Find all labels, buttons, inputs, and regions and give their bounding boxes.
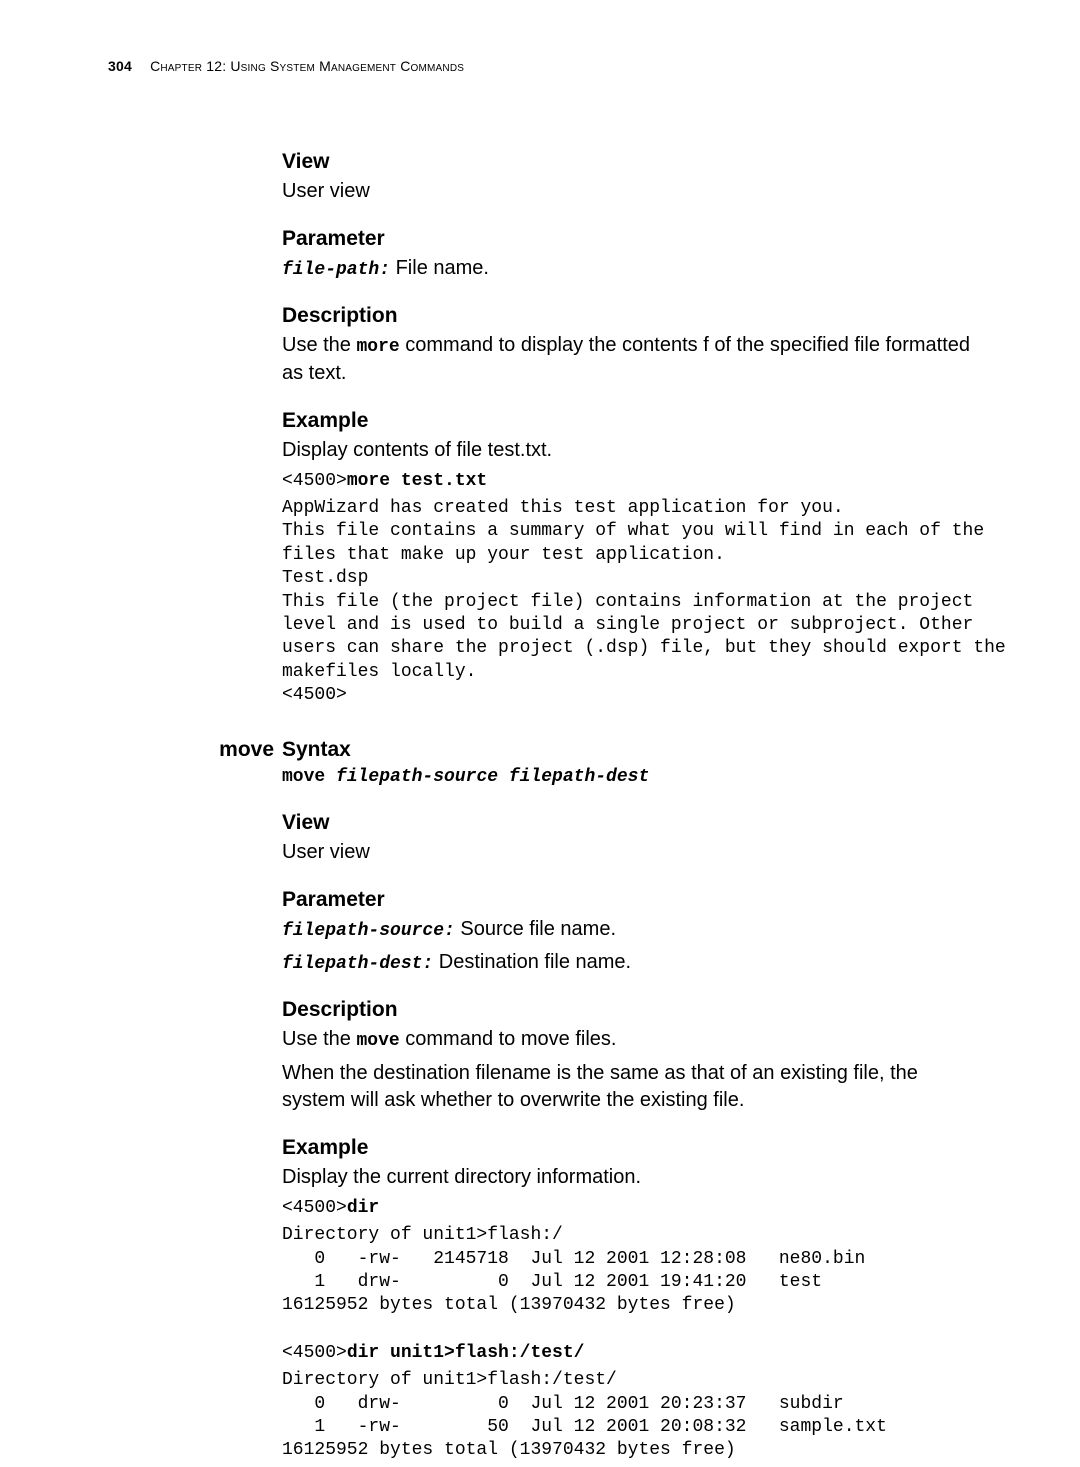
description-text: Use the more command to display the cont… (282, 332, 972, 386)
example-intro: Display contents of file test.txt. (282, 437, 972, 464)
parameter-line: file-path: File name. (282, 255, 972, 282)
move-section: move Syntax (282, 738, 972, 762)
param-desc: File name. (390, 257, 489, 279)
page-number: 304 (108, 58, 132, 74)
example-cmd: dir (347, 1198, 379, 1218)
param-desc: Source file name. (455, 918, 616, 940)
prompt: <4500> (282, 471, 347, 491)
desc-cmd: move (356, 1031, 399, 1051)
desc-pre: Use the (282, 334, 356, 356)
desc-cmd: more (356, 337, 399, 357)
section-heading-description: Description (282, 304, 972, 328)
spacer (282, 1322, 972, 1338)
syntax-args: filepath-source filepath-dest (336, 767, 649, 787)
section-heading-example: Example (282, 409, 972, 433)
desc-pre: Use the (282, 1028, 356, 1050)
syntax-line: move filepath-source filepath-dest (282, 766, 972, 789)
example-intro: Display the current directory informatio… (282, 1164, 972, 1191)
description-text-2: When the destination filename is the sam… (282, 1060, 972, 1114)
param-desc: Destination file name. (433, 951, 631, 973)
parameter-line: filepath-dest: Destination file name. (282, 949, 972, 976)
description-text: Use the move command to move files. (282, 1026, 972, 1053)
example-cmd: more test.txt (347, 471, 487, 491)
section-heading-view: View (282, 150, 972, 174)
example-cmd: dir unit1>flash:/test/ (347, 1343, 585, 1363)
running-header: 304 Chapter 12: Using System Management … (108, 58, 972, 74)
prompt: <4500> (282, 1343, 347, 1363)
example-output: AppWizard has created this test applicat… (282, 497, 972, 708)
param-name: file-path: (282, 260, 390, 280)
content: View User view Parameter file-path: File… (282, 128, 972, 1467)
chapter-title: Chapter 12: Using System Management Comm… (150, 58, 464, 74)
view-text: User view (282, 839, 972, 866)
example-block-1: <4500>dir (282, 1197, 972, 1220)
section-heading-parameter: Parameter (282, 888, 972, 912)
example-output-1: Directory of unit1>flash:/ 0 -rw- 214571… (282, 1224, 972, 1318)
section-heading-parameter: Parameter (282, 227, 972, 251)
section-heading-example: Example (282, 1136, 972, 1160)
example-output-2: Directory of unit1>flash:/test/ 0 drw- 0… (282, 1369, 972, 1463)
section-heading-description: Description (282, 998, 972, 1022)
parameter-line: filepath-source: Source file name. (282, 916, 972, 943)
param-name: filepath-source: (282, 921, 455, 941)
syntax-cmd: move (282, 767, 336, 787)
side-label-move: move (210, 738, 274, 762)
section-heading-syntax: Syntax (282, 738, 972, 762)
page: 304 Chapter 12: Using System Management … (0, 0, 1080, 1397)
prompt: <4500> (282, 1198, 347, 1218)
example-block: <4500>more test.txt (282, 470, 972, 493)
desc-post: command to move files. (400, 1028, 617, 1050)
param-name: filepath-dest: (282, 954, 433, 974)
example-block-2: <4500>dir unit1>flash:/test/ (282, 1342, 972, 1365)
view-text: User view (282, 178, 972, 205)
section-heading-view: View (282, 811, 972, 835)
